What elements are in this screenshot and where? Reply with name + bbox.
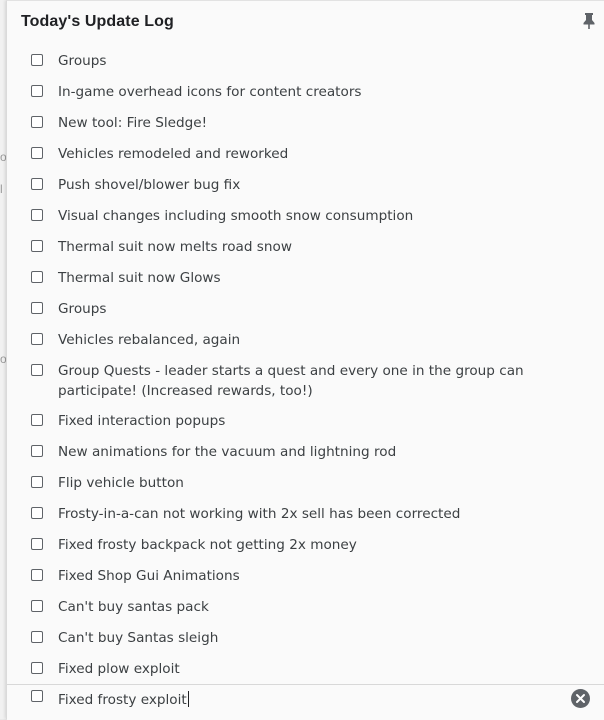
item-label[interactable]: New animations for the vacuum and lightn… (58, 442, 528, 462)
checkbox[interactable] (31, 178, 43, 190)
checkbox[interactable] (31, 600, 43, 612)
item-label[interactable]: Can't buy Santas sleigh (58, 628, 528, 648)
checkbox[interactable] (31, 662, 43, 674)
checkbox[interactable] (31, 85, 43, 97)
item-label[interactable]: Push shovel/blower bug fix (58, 175, 528, 195)
active-item-input[interactable]: Fixed frosty exploit (58, 690, 528, 710)
item-label[interactable]: Vehicles remodeled and reworked (58, 144, 528, 164)
pin-icon[interactable] (581, 12, 597, 30)
checkbox[interactable] (31, 476, 43, 488)
item-label[interactable]: Fixed Shop Gui Animations (58, 566, 528, 586)
checkbox[interactable] (31, 445, 43, 457)
checkbox[interactable] (31, 209, 43, 221)
text-caret (187, 691, 189, 707)
item-label[interactable]: Group Quests - leader starts a quest and… (58, 361, 528, 401)
item-label[interactable]: Flip vehicle button (58, 473, 528, 493)
checkbox[interactable] (31, 302, 43, 314)
item-label[interactable]: Frosty-in-a-can not working with 2x sell… (58, 504, 528, 524)
checkbox[interactable] (31, 631, 43, 643)
checkbox[interactable] (31, 333, 43, 345)
checkbox[interactable] (31, 116, 43, 128)
checkbox[interactable] (31, 54, 43, 66)
item-label[interactable]: New tool: Fire Sledge! (58, 113, 528, 133)
item-label[interactable]: In-game overhead icons for content creat… (58, 82, 528, 102)
checkbox[interactable] (31, 147, 43, 159)
item-label[interactable]: Thermal suit now melts road snow (58, 237, 528, 257)
checkbox[interactable] (31, 569, 43, 581)
checkbox[interactable] (31, 507, 43, 519)
checkbox[interactable] (31, 690, 43, 702)
clear-icon[interactable] (571, 689, 590, 708)
item-label[interactable]: Groups (58, 299, 528, 319)
active-item-text: Fixed frosty exploit (58, 692, 187, 708)
item-label[interactable]: Groups (58, 51, 528, 71)
item-label[interactable]: Fixed plow exploit (58, 659, 528, 679)
item-label[interactable]: Vehicles rebalanced, again (58, 330, 528, 350)
checkbox[interactable] (31, 538, 43, 550)
item-label[interactable]: Fixed interaction popups (58, 411, 528, 431)
note-card: Today's Update Log Groups In-game overhe… (6, 0, 604, 720)
item-label[interactable]: Can't buy santas pack (58, 597, 528, 617)
checkbox[interactable] (31, 271, 43, 283)
checkbox[interactable] (31, 414, 43, 426)
item-label[interactable]: Thermal suit now Glows (58, 268, 528, 288)
checkbox[interactable] (31, 240, 43, 252)
item-label[interactable]: Fixed frosty backpack not getting 2x mon… (58, 535, 528, 555)
checkbox[interactable] (31, 364, 43, 376)
note-title[interactable]: Today's Update Log (21, 13, 174, 31)
item-label[interactable]: Visual changes including smooth snow con… (58, 206, 528, 226)
active-list-item[interactable]: Fixed frosty exploit (7, 685, 604, 720)
